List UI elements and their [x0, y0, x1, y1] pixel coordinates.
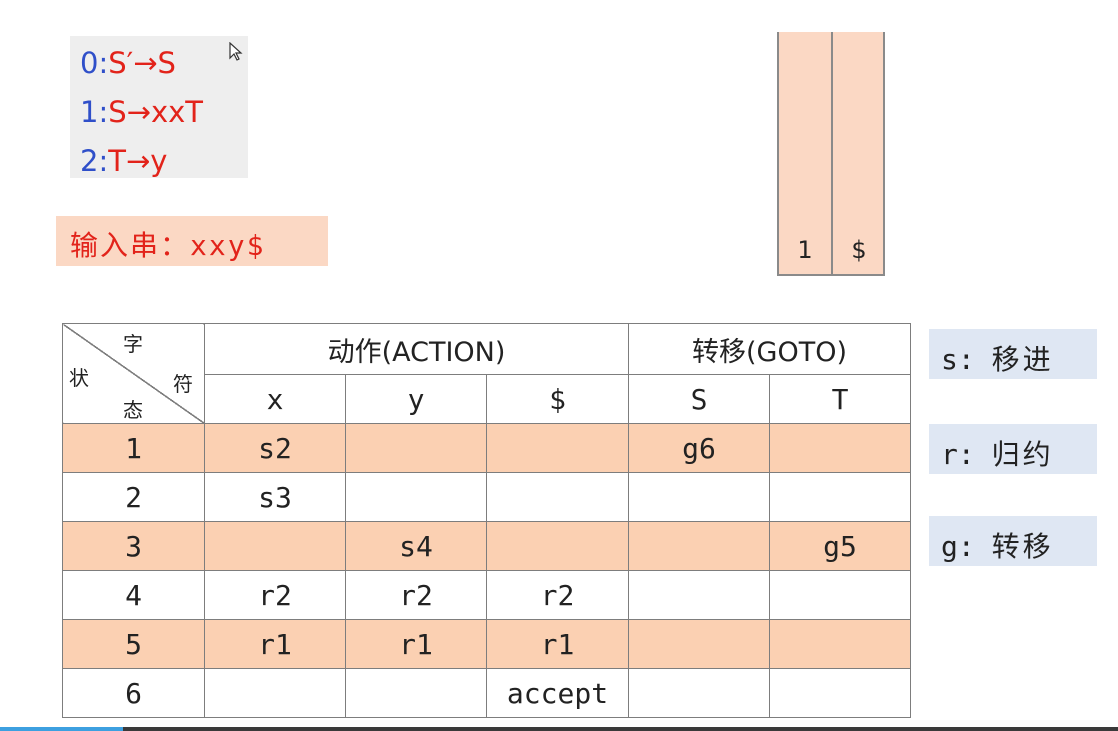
action-cell-y: r2 — [345, 570, 487, 620]
action-cell-x — [204, 521, 346, 571]
action-cell-dollar — [486, 472, 629, 522]
parse-stack: 1 $ — [777, 32, 885, 276]
mouse-cursor-icon — [229, 42, 243, 61]
stack-symbol-cell: $ — [851, 236, 867, 264]
action-cell-dollar — [486, 423, 629, 473]
input-label: 输入串： — [70, 229, 191, 262]
state-cell: 4 — [62, 570, 205, 620]
rule-number: 0: — [80, 46, 109, 80]
state-cell: 2 — [62, 472, 205, 522]
legend-key: r: — [941, 438, 975, 471]
corner-label-left: 状 — [69, 366, 89, 390]
column-header-T: T — [769, 374, 911, 424]
goto-cell-S — [628, 521, 770, 571]
rule-body: T→y — [108, 144, 168, 178]
goto-cell-T: g5 — [769, 521, 911, 571]
rule-body: S′→S — [108, 46, 176, 80]
video-progress-bar[interactable] — [0, 727, 1118, 731]
action-cell-dollar: r2 — [486, 570, 629, 620]
column-header-y: y — [345, 374, 487, 424]
action-cell-x: s3 — [204, 472, 346, 522]
action-cell-x — [204, 668, 346, 718]
rule-number: 2: — [80, 144, 109, 178]
table-row: 1 s2 g6 — [62, 423, 911, 473]
action-cell-y: s4 — [345, 521, 487, 571]
table-row: 2 s3 — [62, 472, 911, 522]
input-string: 输入串：xxy$ — [70, 224, 265, 264]
action-cell-dollar — [486, 521, 629, 571]
goto-cell-T — [769, 570, 911, 620]
grammar-rules-box: 0:S′→S 1:S→xxT 2:T→y — [70, 36, 248, 178]
action-cell-dollar: r1 — [486, 619, 629, 669]
legend-text: 移进 — [991, 343, 1054, 376]
table-row: 4 r2 r2 r2 — [62, 570, 911, 620]
action-cell-x: r2 — [204, 570, 346, 620]
grammar-rule-0: 0:S′→S — [80, 46, 176, 80]
goto-cell-S — [628, 570, 770, 620]
goto-cell-T — [769, 668, 911, 718]
table-row: 6 accept — [62, 668, 911, 718]
action-header: 动作(ACTION) — [204, 323, 629, 375]
goto-header: 转移(GOTO) — [628, 323, 911, 375]
column-header-dollar: $ — [486, 374, 629, 424]
lr-parse-table: 字 状 符 态 动作(ACTION) 转移(GOTO) x y $ S T 1 … — [62, 323, 911, 718]
action-cell-x: r1 — [204, 619, 346, 669]
input-value: xxy$ — [190, 229, 266, 262]
legend-goto: g: 转移 — [929, 516, 1097, 566]
stack-state-cell: 1 — [797, 236, 813, 264]
rule-number: 1: — [80, 95, 109, 129]
grammar-rule-1: 1:S→xxT — [80, 95, 203, 129]
legend-text: 转移 — [991, 530, 1054, 563]
action-cell-y — [345, 423, 487, 473]
legend-shift: s: 移进 — [929, 329, 1097, 379]
state-cell: 5 — [62, 619, 205, 669]
action-cell-y — [345, 472, 487, 522]
action-cell-x: s2 — [204, 423, 346, 473]
state-cell: 3 — [62, 521, 205, 571]
corner-label-top: 字 — [123, 332, 143, 356]
goto-cell-S — [628, 472, 770, 522]
legend-text: 归约 — [991, 438, 1054, 471]
column-header-x: x — [204, 374, 346, 424]
input-string-box: 输入串：xxy$ — [56, 216, 328, 266]
grammar-rule-2: 2:T→y — [80, 144, 167, 178]
state-cell: 6 — [62, 668, 205, 718]
action-cell-y: r1 — [345, 619, 487, 669]
table-header-row: 字 状 符 态 动作(ACTION) 转移(GOTO) — [62, 323, 911, 424]
corner-label-bottom: 态 — [123, 398, 143, 422]
state-cell: 1 — [62, 423, 205, 473]
goto-cell-S — [628, 619, 770, 669]
table-row: 5 r1 r1 r1 — [62, 619, 911, 669]
legend-key: s: — [941, 343, 975, 376]
legend-key: g: — [941, 530, 975, 563]
table-row: 3 s4 g5 — [62, 521, 911, 571]
table-corner-cell: 字 状 符 态 — [62, 323, 205, 424]
rule-body: S→xxT — [108, 95, 203, 129]
goto-cell-T — [769, 619, 911, 669]
goto-cell-T — [769, 423, 911, 473]
action-cell-y — [345, 668, 487, 718]
goto-cell-T — [769, 472, 911, 522]
goto-cell-S: g6 — [628, 423, 770, 473]
column-header-S: S — [628, 374, 770, 424]
video-progress-fill — [0, 727, 123, 731]
goto-cell-S — [628, 668, 770, 718]
legend-reduce: r: 归约 — [929, 424, 1097, 474]
corner-label-right: 符 — [173, 372, 193, 396]
action-cell-dollar: accept — [486, 668, 629, 718]
